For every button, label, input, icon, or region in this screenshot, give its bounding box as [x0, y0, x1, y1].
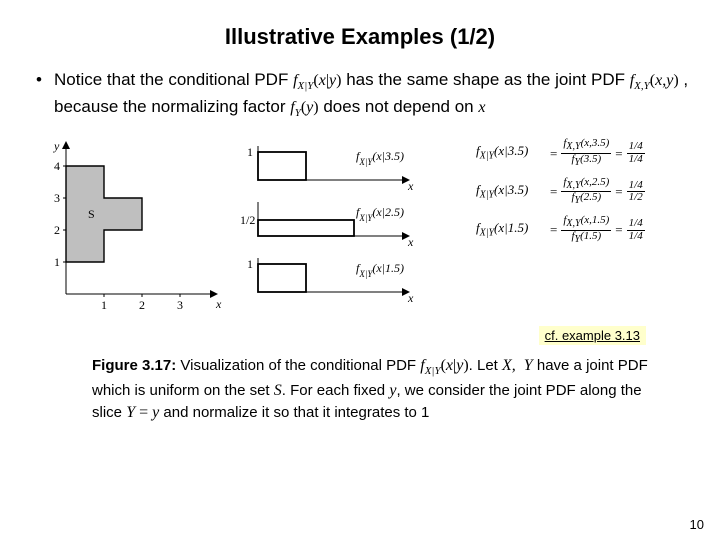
svg-text:y: y: [53, 139, 60, 153]
math-cond-pdf: fX|Y(x|y): [293, 72, 341, 89]
svg-text:x: x: [407, 235, 414, 249]
caption-t2: . Let: [469, 357, 502, 374]
equation-2: fX|Y(x|3.5)= fX,Y(x,2.5)fY(2.5) = 1/41/2: [476, 177, 647, 207]
figure-caption: Figure 3.17: Visualization of the condit…: [92, 355, 662, 424]
svg-text:x: x: [215, 297, 222, 311]
svg-text:2: 2: [139, 298, 145, 312]
caption-t1: Visualization of the conditional PDF: [180, 357, 420, 374]
svg-text:3: 3: [54, 191, 60, 205]
svg-text:S: S: [88, 207, 95, 221]
svg-text:x: x: [407, 291, 414, 305]
caption-math-1: fX|Y(x|y): [420, 357, 468, 374]
svg-text:1/2: 1/2: [240, 213, 255, 227]
svg-text:fX|Y(x|2.5): fX|Y(x|2.5): [356, 205, 404, 223]
caption-t6: and normalize it so that it integrates t…: [163, 404, 429, 421]
caption-math-2: X, Y: [502, 357, 533, 374]
figure-row: y x 1 2 3 4 1 2 3 S: [32, 130, 692, 320]
slide-title: Illustrative Examples (1/2): [28, 24, 692, 50]
equations-column: fX|Y(x|3.5)= fX,Y(x,3.5)fY(3.5) = 1/41/4…: [474, 130, 647, 253]
bullet-text-2: has the same shape as the joint PDF: [346, 70, 630, 89]
cf-note: cf. example 3.13: [539, 326, 646, 345]
equation-1: fX|Y(x|3.5)= fX,Y(x,3.5)fY(3.5) = 1/41/4: [476, 138, 647, 168]
svg-text:4: 4: [54, 159, 60, 173]
cf-note-wrap: cf. example 3.13: [28, 326, 646, 345]
slice-plots: 1 x fX|Y(x|3.5) 1/2 x fX|Y(x|2.5): [238, 130, 468, 320]
svg-text:1: 1: [247, 257, 253, 271]
math-joint-pdf: fX,Y(x,y): [630, 72, 679, 89]
svg-text:1: 1: [247, 145, 253, 159]
svg-text:x: x: [407, 179, 414, 193]
region-plot: y x 1 2 3 4 1 2 3 S: [32, 130, 232, 320]
svg-text:3: 3: [177, 298, 183, 312]
equation-3: fX|Y(x|1.5)= fX,Y(x,1.5)fY(1.5) = 1/41/4: [476, 215, 647, 245]
math-var-x: x: [478, 99, 485, 116]
svg-text:1: 1: [101, 298, 107, 312]
svg-text:fX|Y(x|1.5): fX|Y(x|1.5): [356, 261, 404, 279]
main-bullet: Notice that the conditional PDF fX|Y(x|y…: [28, 68, 692, 122]
caption-math-5: Y = y: [126, 404, 159, 421]
page-number: 10: [690, 517, 704, 532]
slide: Illustrative Examples (1/2) Notice that …: [0, 0, 720, 540]
bullet-text-1: Notice that the conditional PDF: [54, 70, 293, 89]
svg-text:fX|Y(x|3.5): fX|Y(x|3.5): [356, 149, 404, 167]
caption-t4: . For each fixed: [282, 382, 390, 399]
math-marginal-pdf: fY(y): [290, 99, 318, 116]
bullet-text-4: does not depend on: [323, 97, 478, 116]
caption-math-3: S: [274, 382, 282, 399]
figure-label: Figure 3.17:: [92, 357, 176, 374]
svg-text:1: 1: [54, 255, 60, 269]
svg-text:2: 2: [54, 223, 60, 237]
